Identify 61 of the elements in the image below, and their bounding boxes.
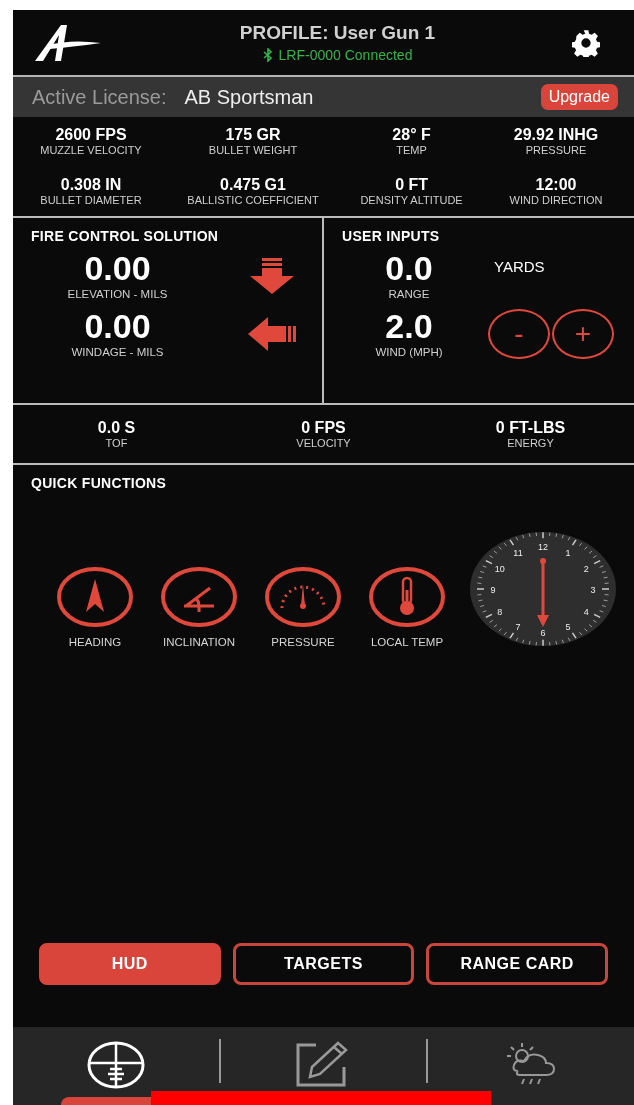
upgrade-button[interactable]: Upgrade <box>540 84 618 110</box>
result-label: TOF <box>105 436 128 450</box>
mode-tab[interactable]: HUD <box>39 943 221 985</box>
stat-value: 0.308 IN <box>60 175 122 194</box>
result-label: VELOCITY <box>296 436 351 450</box>
range-unit: YARDS <box>494 258 546 275</box>
stat-label: TEMP <box>396 144 427 158</box>
stat-value: 0 FT <box>395 175 428 194</box>
function-label: PRESSURE <box>271 636 335 648</box>
stat-label: PRESSURE <box>525 144 587 158</box>
stat-value: 29.92 INHG <box>513 126 599 145</box>
mode-tab[interactable]: RANGE CARD <box>426 943 608 985</box>
stat-value: 28° F <box>392 126 431 145</box>
result-value: 0 FT-LBS <box>495 418 566 437</box>
stat-value: 2600 FPS <box>55 126 127 145</box>
result-label: ENERGY <box>507 436 554 450</box>
result-value: 0 FPS <box>301 418 346 437</box>
stat-label: BULLET WEIGHT <box>208 144 298 158</box>
stat-value: 175 GR <box>225 126 281 145</box>
connection-status: LRF-0000 Connected <box>278 47 413 63</box>
solution-value: 0.00 <box>84 250 151 286</box>
stat-label: BULLET DIAMETER <box>40 193 142 207</box>
clock-number: 12 <box>538 542 548 552</box>
clock-number: 6 <box>540 628 546 638</box>
decrement-button[interactable]: - <box>488 309 550 359</box>
clock-number: 2 <box>583 563 589 574</box>
clock-number: 4 <box>583 606 589 617</box>
stat-label: WIND DIRECTION <box>509 193 603 207</box>
clock-number: 9 <box>490 585 496 595</box>
stat-label: BALLISTIC COEFFICIENT <box>187 193 319 207</box>
stat-label: MUZZLE VELOCITY <box>40 144 142 158</box>
clock-number: 3 <box>590 585 596 595</box>
clock-number: 10 <box>494 563 505 574</box>
increment-button[interactable]: + <box>552 309 614 359</box>
clock-number: 1 <box>565 547 571 558</box>
range-value: 0.0 <box>385 250 433 286</box>
profile-title: PROFILE: User Gun 1 <box>239 22 436 44</box>
section-title: USER INPUTS <box>342 228 441 244</box>
stat-value: 12:00 <box>535 175 577 194</box>
section-title: QUICK FUNCTIONS <box>31 475 168 491</box>
mode-tab[interactable]: TARGETS <box>232 943 415 985</box>
clock-number: 11 <box>513 547 523 558</box>
solution-label: WINDAGE - MILS <box>71 345 164 360</box>
license-label: Active License: <box>32 85 167 109</box>
solution-label: ELEVATION - MILS <box>67 287 168 302</box>
result-value: 0.0 S <box>97 418 136 437</box>
function-label: LOCAL TEMP <box>370 636 444 648</box>
wind-clock[interactable]: 12 1 2 3 4 5 6 7 8 9 10 11 <box>469 531 617 647</box>
solution-value: 0.00 <box>84 308 151 344</box>
license-name: AB Sportsman <box>184 85 315 109</box>
clock-number: 7 <box>515 622 521 633</box>
range-label: RANGE <box>388 287 430 302</box>
function-label: HEADING <box>68 636 122 648</box>
section-title: FIRE CONTROL SOLUTION <box>31 228 220 244</box>
function-label: INCLINATION <box>163 636 235 648</box>
wind-value: 2.0 <box>385 308 433 344</box>
stat-value: 0.475 G1 <box>220 175 286 194</box>
clock-number: 8 <box>497 606 503 617</box>
wind-label: WIND (MPH) <box>375 345 443 360</box>
stat-label: DENSITY ALTITUDE <box>360 193 463 207</box>
clock-number: 5 <box>565 622 571 633</box>
